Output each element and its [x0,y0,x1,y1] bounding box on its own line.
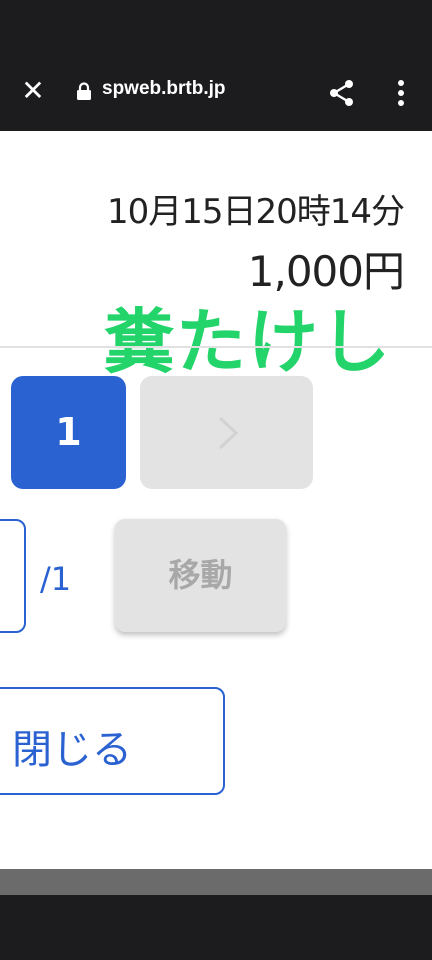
more-vert-icon[interactable] [394,79,408,107]
chevron-right-icon [218,416,239,450]
navigation-bar [0,895,432,960]
close-icon[interactable]: ✕ [18,76,48,106]
close-button-label: 閉じる [12,727,132,773]
url-text[interactable]: spweb.brtb.jp [102,78,226,100]
bottom-strip [0,869,432,895]
lock-icon [77,82,91,100]
close-button[interactable]: 閉じる [0,687,225,795]
page-total-label: /1 [40,560,72,598]
browser-toolbar: ✕ spweb.brtb.jp [0,0,432,131]
divider [0,346,432,348]
share-icon[interactable] [328,79,356,107]
ticket-datetime: 10月15日20時14分 [106,192,405,232]
page-number-input[interactable] [0,519,26,633]
overlay-text: 糞たけし [104,301,392,383]
next-page-button[interactable] [140,376,313,489]
move-button[interactable]: 移動 [115,519,286,632]
page-1-button[interactable]: 1 [11,376,126,489]
